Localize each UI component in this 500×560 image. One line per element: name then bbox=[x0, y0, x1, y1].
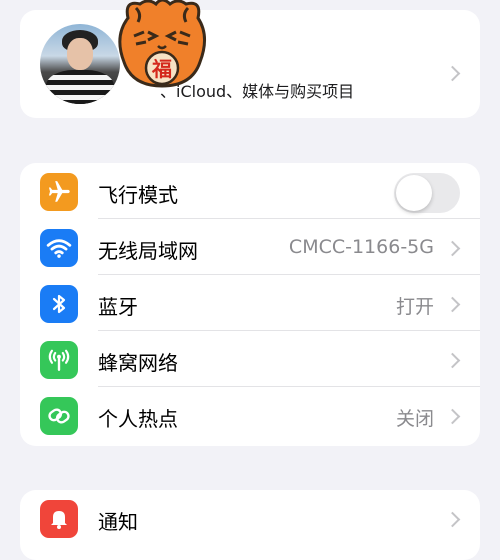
bluetooth-icon bbox=[40, 285, 78, 323]
cellular-label: 蜂窝网络 bbox=[98, 351, 178, 375]
sticker-text: 福 bbox=[151, 57, 172, 81]
airplane-mode-label: 飞行模式 bbox=[98, 183, 178, 207]
chevron-right-icon bbox=[444, 408, 461, 425]
chevron-right-icon bbox=[444, 65, 461, 82]
chevron-right-icon bbox=[444, 352, 461, 369]
wifi-icon bbox=[40, 229, 78, 267]
chevron-right-icon bbox=[444, 240, 461, 257]
bluetooth-row[interactable]: 蓝牙 打开 bbox=[20, 275, 480, 331]
airplane-icon bbox=[40, 173, 78, 211]
hotspot-row[interactable]: 个人热点 关闭 bbox=[20, 387, 480, 443]
chevron-right-icon bbox=[444, 511, 461, 528]
chevron-right-icon bbox=[444, 296, 461, 313]
avatar bbox=[40, 24, 120, 104]
airplane-mode-toggle[interactable] bbox=[394, 173, 460, 213]
bell-icon bbox=[40, 500, 78, 538]
wifi-row[interactable]: 无线局域网 CMCC-1166-5G bbox=[20, 219, 480, 275]
apple-id-card[interactable]: 、iCloud、媒体与购买项目 bbox=[20, 10, 480, 118]
hotspot-icon bbox=[40, 397, 78, 435]
connectivity-section: 飞行模式 无线局域网 CMCC-1166-5G 蓝牙 打开 蜂窝网络 个人热点 … bbox=[20, 163, 480, 446]
notifications-section: 通知 bbox=[20, 490, 480, 560]
bluetooth-label: 蓝牙 bbox=[98, 295, 138, 319]
airplane-mode-row: 飞行模式 bbox=[20, 163, 480, 219]
bluetooth-status: 打开 bbox=[395, 296, 434, 318]
wifi-label: 无线局域网 bbox=[98, 239, 198, 263]
cellular-row[interactable]: 蜂窝网络 bbox=[20, 331, 480, 387]
notifications-row[interactable]: 通知 bbox=[20, 490, 480, 546]
cellular-antenna-icon bbox=[40, 341, 78, 379]
notifications-label: 通知 bbox=[98, 510, 138, 534]
wifi-network-name: CMCC-1166-5G bbox=[288, 236, 434, 258]
hotspot-label: 个人热点 bbox=[98, 407, 178, 431]
hotspot-status: 关闭 bbox=[395, 408, 434, 430]
tiger-sticker: 福 bbox=[118, 0, 206, 88]
